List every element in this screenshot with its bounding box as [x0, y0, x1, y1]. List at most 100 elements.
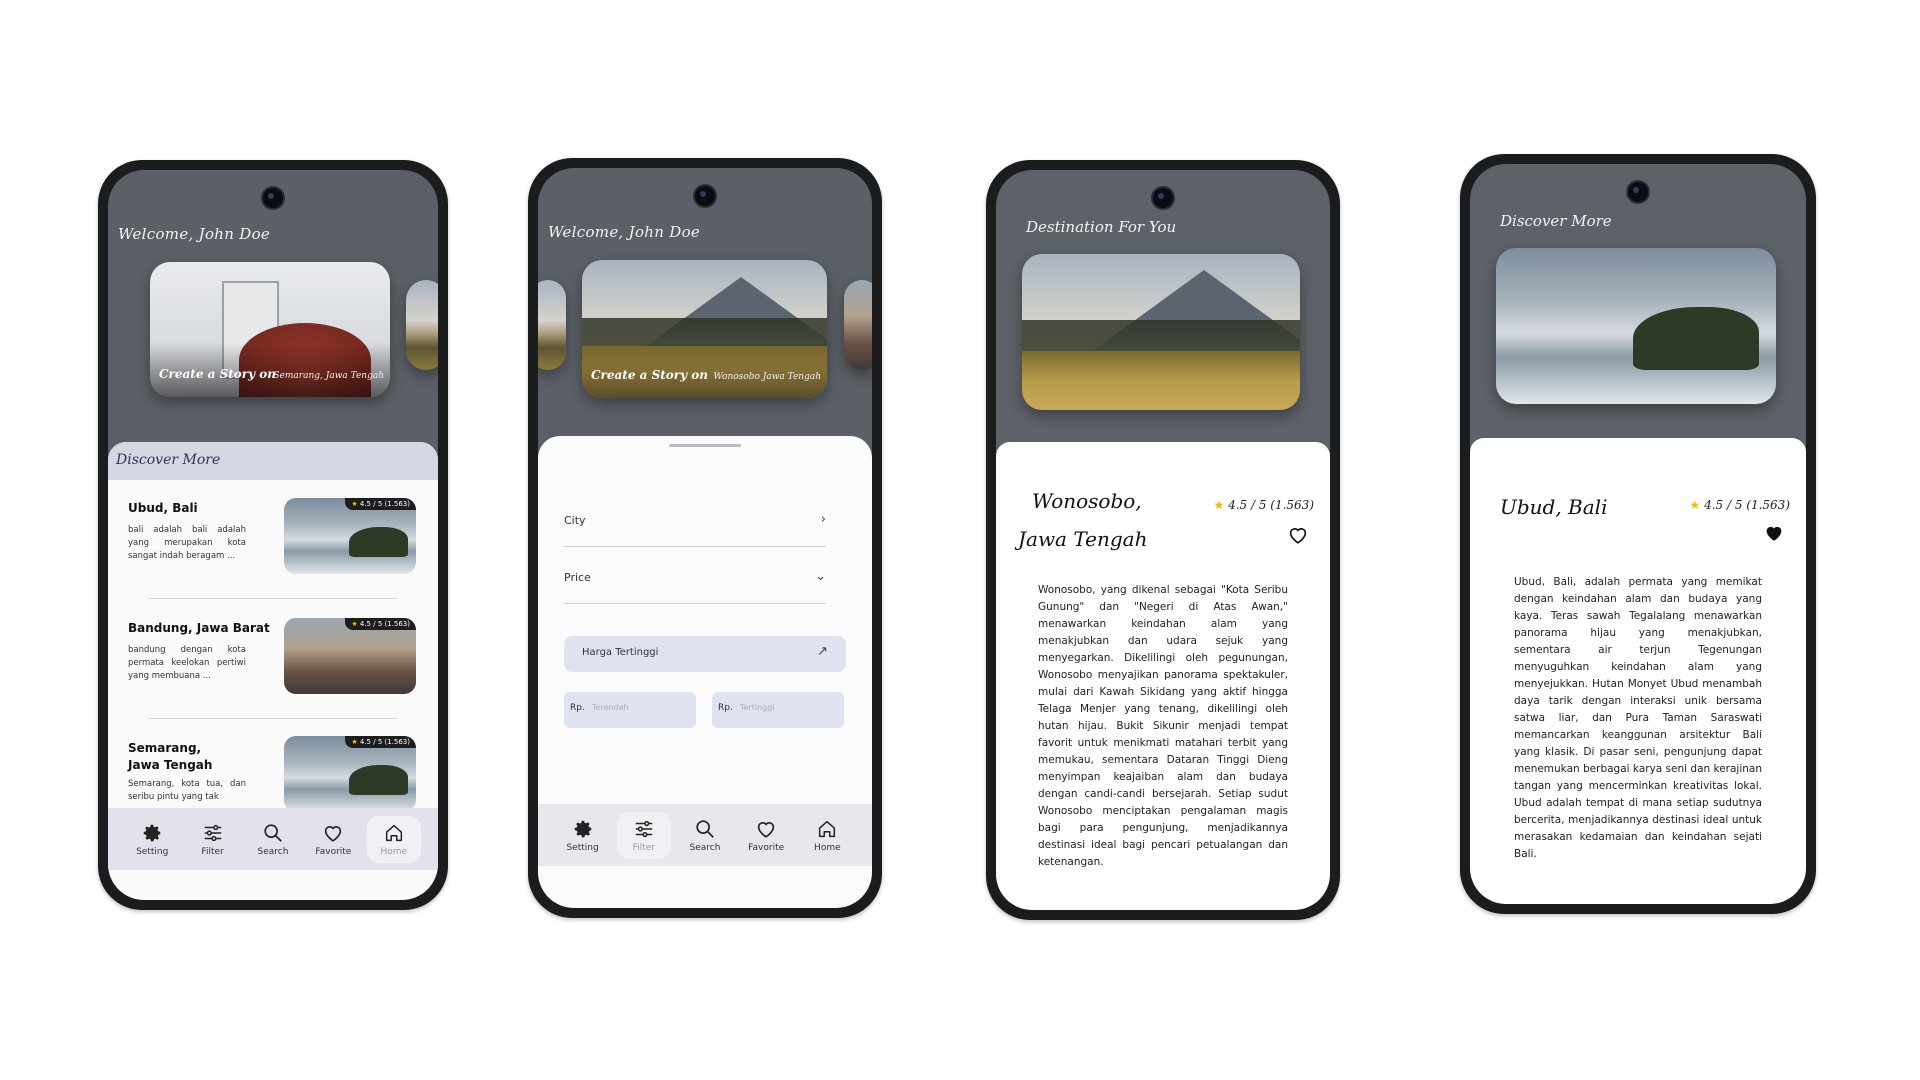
nav-home[interactable]: Home [800, 812, 854, 859]
rating-text: 4.5 / 5 (1.563) [359, 738, 410, 746]
nav-filter[interactable]: Filter [186, 816, 240, 863]
favorite-heart-icon[interactable] [1286, 524, 1310, 546]
rating-text: 4.5 / 5 (1.563) [359, 620, 410, 628]
nav-home[interactable]: Home [366, 815, 421, 863]
headland-image [1633, 307, 1760, 370]
nav-label: Search [689, 842, 721, 853]
destination-title-line1: Wonosobo, [1032, 489, 1142, 513]
star-icon: ★ [351, 500, 358, 508]
heart-icon [322, 822, 344, 844]
page-header: Discover More [1500, 212, 1612, 230]
welcome-text: Welcome, John Doe [118, 225, 271, 243]
phone-filter: Welcome, John Doe Create a Story on Wono… [528, 158, 882, 918]
price-dropdown[interactable]: Price ⌄ [564, 563, 826, 604]
item-image: ★ 4.5 / 5 (1.563) [284, 498, 416, 574]
trees-image [1022, 319, 1300, 354]
nav-favorite[interactable]: Favorite [739, 812, 793, 859]
city-label: City [564, 514, 586, 527]
price-label: Price [564, 571, 591, 584]
item-name: Semarang, Jawa Tengah [128, 741, 213, 772]
item-name: Bandung, Jawa Barat [128, 621, 270, 635]
filter-sheet: City › Price ⌄ Harga Tertinggi ↗ Rp. Ter… [538, 436, 872, 908]
destination-title: Ubud, Bali [1500, 495, 1608, 519]
bottom-nav: Setting Filter Search Favorite Home [108, 808, 438, 870]
nav-label: Search [257, 846, 289, 857]
field-image [1022, 350, 1300, 410]
min-price-field[interactable]: Rp. Terendah [564, 692, 696, 728]
rating: ★ 4.5 / 5 (1.563) [1213, 498, 1314, 512]
nav-label: Favorite [315, 846, 352, 857]
max-price-field[interactable]: Rp. Tertinggi [712, 692, 844, 728]
front-camera [1628, 182, 1648, 202]
rating-badge: ★ 4.5 / 5 (1.563) [345, 498, 416, 510]
divider [148, 718, 398, 719]
page-header: Destination For You [1026, 218, 1177, 236]
nav-search[interactable]: Search [678, 812, 732, 859]
nav-label: Filter [201, 846, 224, 857]
front-camera [695, 186, 715, 206]
discover-title: Discover More [116, 452, 221, 468]
rating-value: 4.5 / 5 [1704, 498, 1743, 512]
item-desc: bandung dengan kota permata keelokan per… [128, 645, 246, 681]
home-icon [816, 818, 838, 840]
nav-filter[interactable]: Filter [616, 811, 671, 859]
sliders-icon [633, 818, 655, 840]
arrow-up-right-icon: ↗ [817, 644, 828, 659]
story-card-next[interactable] [406, 280, 438, 370]
star-icon: ★ [1213, 498, 1225, 512]
front-camera [263, 188, 283, 208]
list-item[interactable]: Ubud, Bali bali adalah bali adalah yang … [108, 498, 438, 590]
story-location: Wonosobo Jawa Tengah [713, 372, 821, 382]
nav-label: Setting [566, 842, 599, 853]
sort-option-highest[interactable]: Harga Tertinggi ↗ [564, 636, 846, 672]
story-card-prev[interactable] [538, 280, 566, 370]
max-price-placeholder: Tertinggi [740, 703, 775, 712]
rating: ★ 4.5 / 5 (1.563) [1689, 498, 1790, 512]
nav-label: Home [814, 842, 841, 853]
drag-handle[interactable] [669, 444, 741, 447]
detail-sheet: Ubud, Bali ★ 4.5 / 5 (1.563) Ubud, Bali,… [1470, 438, 1806, 904]
bottom-nav: Setting Filter Search Favorite Home [538, 804, 872, 866]
heart-icon [755, 818, 777, 840]
nav-setting[interactable]: Setting [556, 812, 610, 859]
rating-value: 4.5 / 5 [1228, 498, 1267, 512]
story-caption: Create a Story on [591, 368, 709, 382]
item-name: Ubud, Bali [128, 501, 198, 515]
destination-image [1022, 254, 1300, 410]
min-price-placeholder: Terendah [592, 703, 629, 712]
nav-setting[interactable]: Setting [125, 816, 179, 863]
nav-label: Filter [632, 842, 655, 853]
nav-favorite[interactable]: Favorite [306, 816, 360, 863]
story-card-next[interactable] [844, 280, 872, 370]
welcome-text: Welcome, John Doe [548, 223, 701, 241]
nav-search[interactable]: Search [246, 816, 300, 863]
rating-badge: ★ 4.5 / 5 (1.563) [345, 618, 416, 630]
screen-home: Welcome, John Doe Create a Story on Sema… [108, 170, 438, 900]
chevron-right-icon: › [820, 512, 826, 527]
divider [148, 598, 398, 599]
story-location: Semarang, Jawa Tengah [273, 371, 384, 381]
screen-detail-wonosobo: Destination For You Wonosobo, Jawa Tenga… [996, 170, 1330, 910]
list-item[interactable]: Bandung, Jawa Barat bandung dengan kota … [108, 618, 438, 710]
city-selector[interactable]: City › [564, 506, 826, 547]
currency-prefix: Rp. [718, 703, 733, 713]
search-icon [694, 818, 716, 840]
story-card-wonosobo[interactable]: Create a Story on Wonosobo Jawa Tengah [582, 260, 827, 398]
nav-label: Home [380, 846, 408, 857]
review-count: (1.563) [1270, 498, 1314, 512]
screen-filter: Welcome, John Doe Create a Story on Wono… [538, 168, 872, 908]
list-item[interactable]: Semarang, Jawa Tengah Semarang, kota tua… [108, 736, 438, 812]
item-image: ★ 4.5 / 5 (1.563) [284, 618, 416, 694]
destination-description: Ubud, Bali, adalah permata yang memikat … [1514, 576, 1762, 860]
favorite-heart-filled-icon[interactable] [1762, 522, 1786, 544]
phone-detail-ubud: Discover More Ubud, Bali ★ 4.5 / 5 (1.56… [1460, 154, 1816, 914]
item-desc: Semarang, kota tua, dan seribu pintu yan… [128, 779, 246, 802]
gear-icon [572, 818, 594, 840]
discover-sheet: Discover More Ubud, Bali bali adalah bal… [108, 442, 438, 900]
story-card-semarang[interactable]: Create a Story on Semarang, Jawa Tengah [150, 262, 390, 397]
star-icon: ★ [351, 620, 358, 628]
phone-detail-wonosobo: Destination For You Wonosobo, Jawa Tenga… [986, 160, 1340, 920]
rating-text: 4.5 / 5 (1.563) [359, 500, 410, 508]
sort-label: Harga Tertinggi [582, 647, 659, 658]
search-icon [262, 822, 284, 844]
